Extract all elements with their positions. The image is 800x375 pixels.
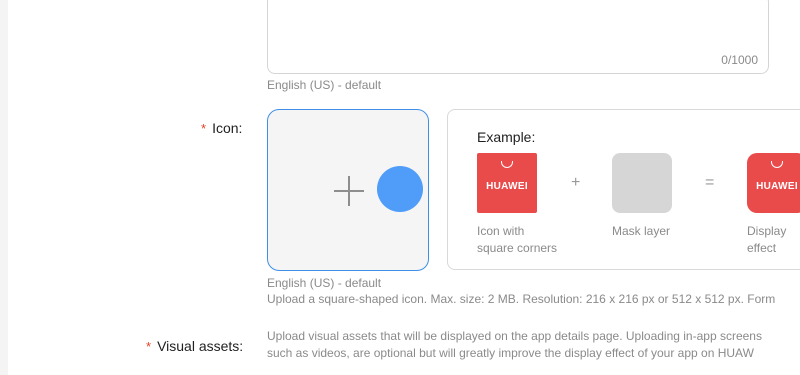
- visual-assets-label-text: Visual assets:: [157, 338, 244, 354]
- square-icon-example: HUAWEI: [477, 153, 537, 213]
- brand-text: HUAWEI: [486, 181, 528, 192]
- plus-icon: [334, 176, 364, 206]
- description-language-note: English (US) - default: [267, 78, 382, 92]
- icon-language-note: English (US) - default: [267, 276, 382, 290]
- icon-example-panel: Example: HUAWEI + = HUAWEI Icon with squ…: [447, 109, 800, 270]
- left-edge-strip: [0, 0, 8, 375]
- char-counter: 0/1000: [721, 53, 758, 67]
- caption-square-corners: Icon with square corners: [477, 224, 558, 255]
- display-effect-example: HUAWEI: [747, 153, 800, 213]
- example-title: Example:: [477, 129, 536, 145]
- caption-display-effect: Display effect: [747, 224, 787, 255]
- cursor-indicator: [377, 166, 423, 212]
- required-mark: *: [146, 339, 152, 354]
- visual-assets-hint-line2: such as videos, are optional but will gr…: [267, 346, 754, 360]
- shopping-bag-icon: [771, 161, 783, 168]
- required-mark: *: [201, 121, 207, 136]
- icon-field-label: * Icon:: [201, 120, 242, 136]
- visual-assets-label: * Visual assets:: [146, 338, 243, 354]
- icon-upload-button[interactable]: [267, 109, 429, 271]
- shopping-bag-icon: [501, 161, 513, 168]
- description-textarea[interactable]: 0/1000: [267, 0, 769, 74]
- equals-operator: =: [705, 174, 715, 191]
- brand-text: HUAWEI: [756, 181, 798, 192]
- icon-upload-hint: Upload a square-shaped icon. Max. size: …: [267, 292, 776, 306]
- caption-mask-layer: Mask layer: [612, 224, 671, 238]
- mask-layer-example: [612, 153, 672, 213]
- plus-operator: +: [571, 174, 581, 191]
- icon-label-text: Icon:: [212, 120, 243, 136]
- visual-assets-hint-line1: Upload visual assets that will be displa…: [267, 329, 762, 343]
